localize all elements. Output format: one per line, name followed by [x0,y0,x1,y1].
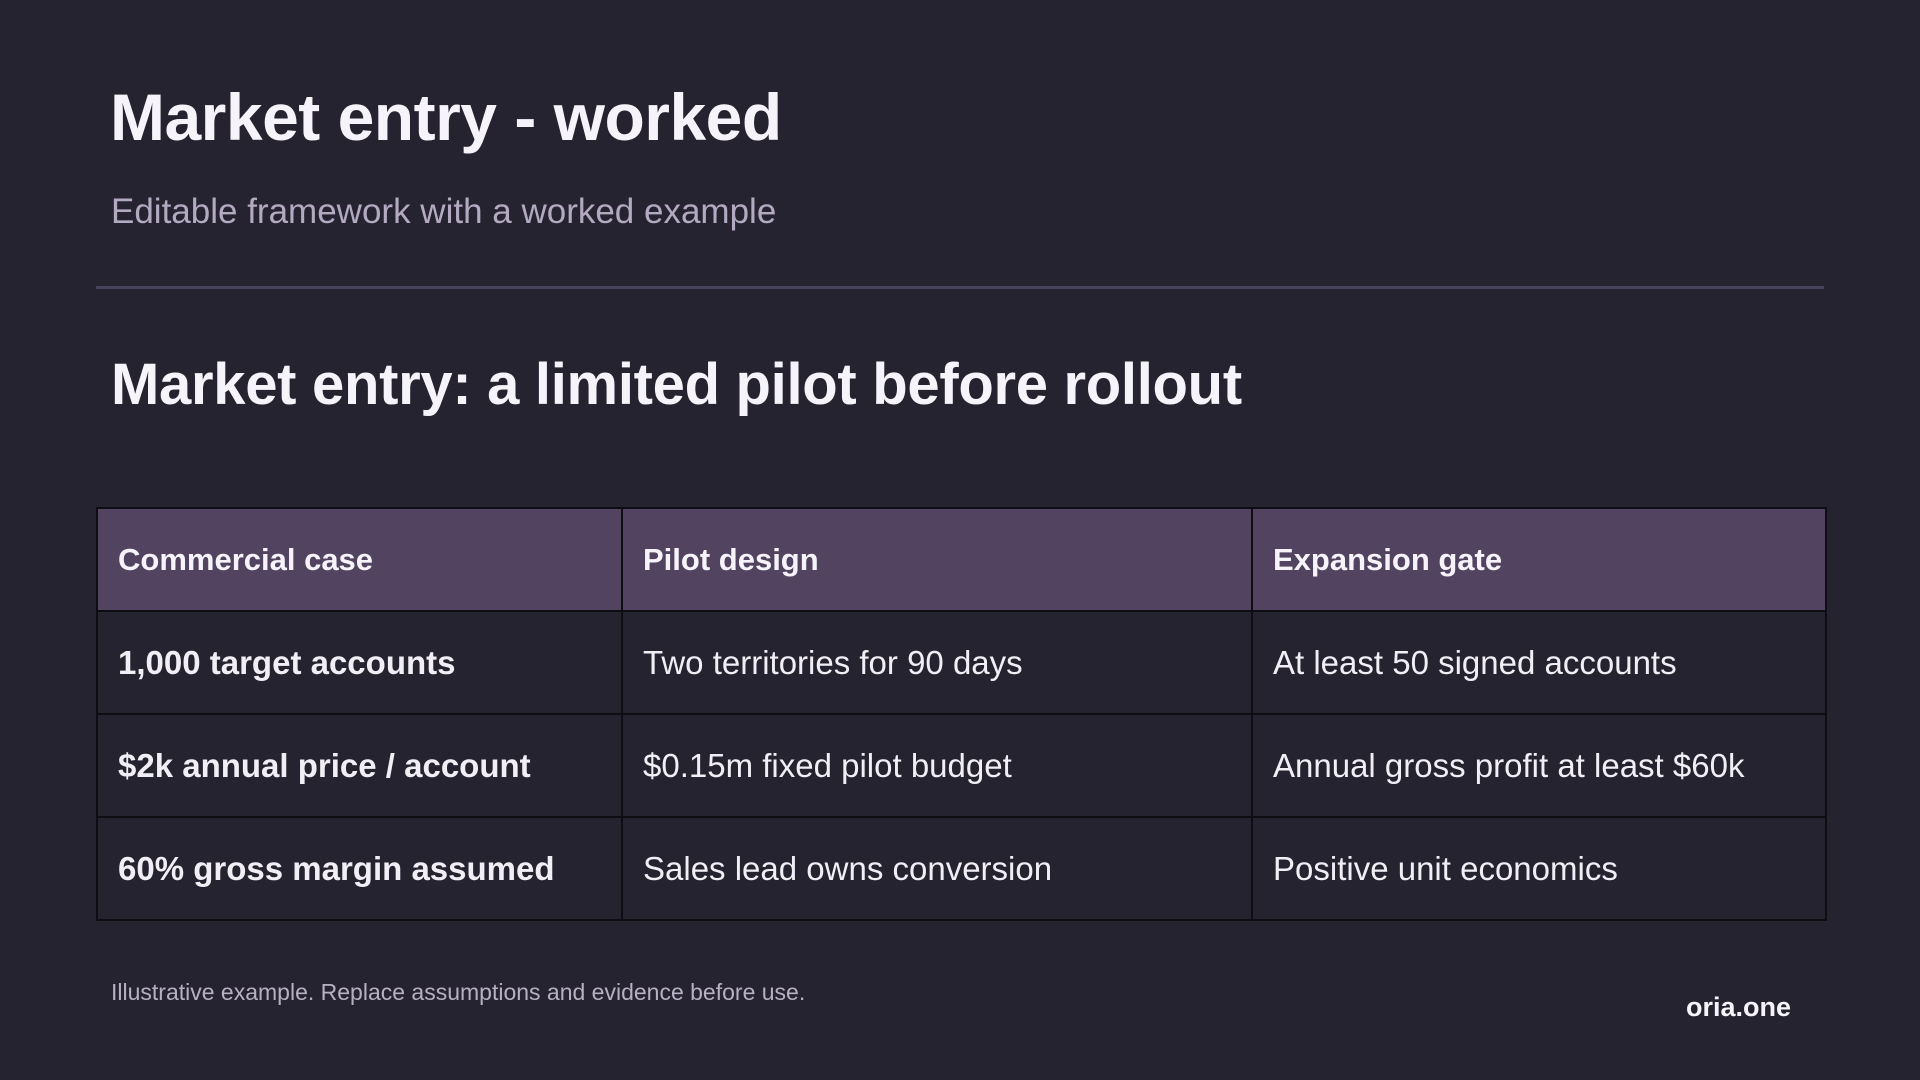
table-cell: $2k annual price / account [96,713,623,818]
table-row: 60% gross margin assumed Sales lead owns… [96,816,1827,921]
table-row: $2k annual price / account $0.15m fixed … [96,713,1827,818]
table-row: 1,000 target accounts Two territories fo… [96,610,1827,715]
table-cell: Positive unit economics [1251,816,1827,921]
column-header-expansion-gate: Expansion gate [1251,507,1827,612]
column-header-pilot-design: Pilot design [621,507,1253,612]
framework-table: Commercial case Pilot design Expansion g… [96,507,1827,921]
table-cell: 60% gross margin assumed [96,816,623,921]
slide-title: Market entry - worked [110,80,782,154]
table-cell: $0.15m fixed pilot budget [621,713,1253,818]
slide-subtitle: Editable framework with a worked example [111,192,777,231]
table-header-row: Commercial case Pilot design Expansion g… [96,507,1827,612]
title-divider [96,286,1824,289]
table-cell: At least 50 signed accounts [1251,610,1827,715]
table-cell: Annual gross profit at least $60k [1251,713,1827,818]
section-heading: Market entry: a limited pilot before rol… [111,352,1242,417]
column-header-commercial-case: Commercial case [96,507,623,612]
table-cell: Sales lead owns conversion [621,816,1253,921]
table-cell: Two territories for 90 days [621,610,1253,715]
table-cell: 1,000 target accounts [96,610,623,715]
footnote: Illustrative example. Replace assumption… [111,979,806,1005]
brand-link[interactable]: oria.one [1686,991,1791,1023]
